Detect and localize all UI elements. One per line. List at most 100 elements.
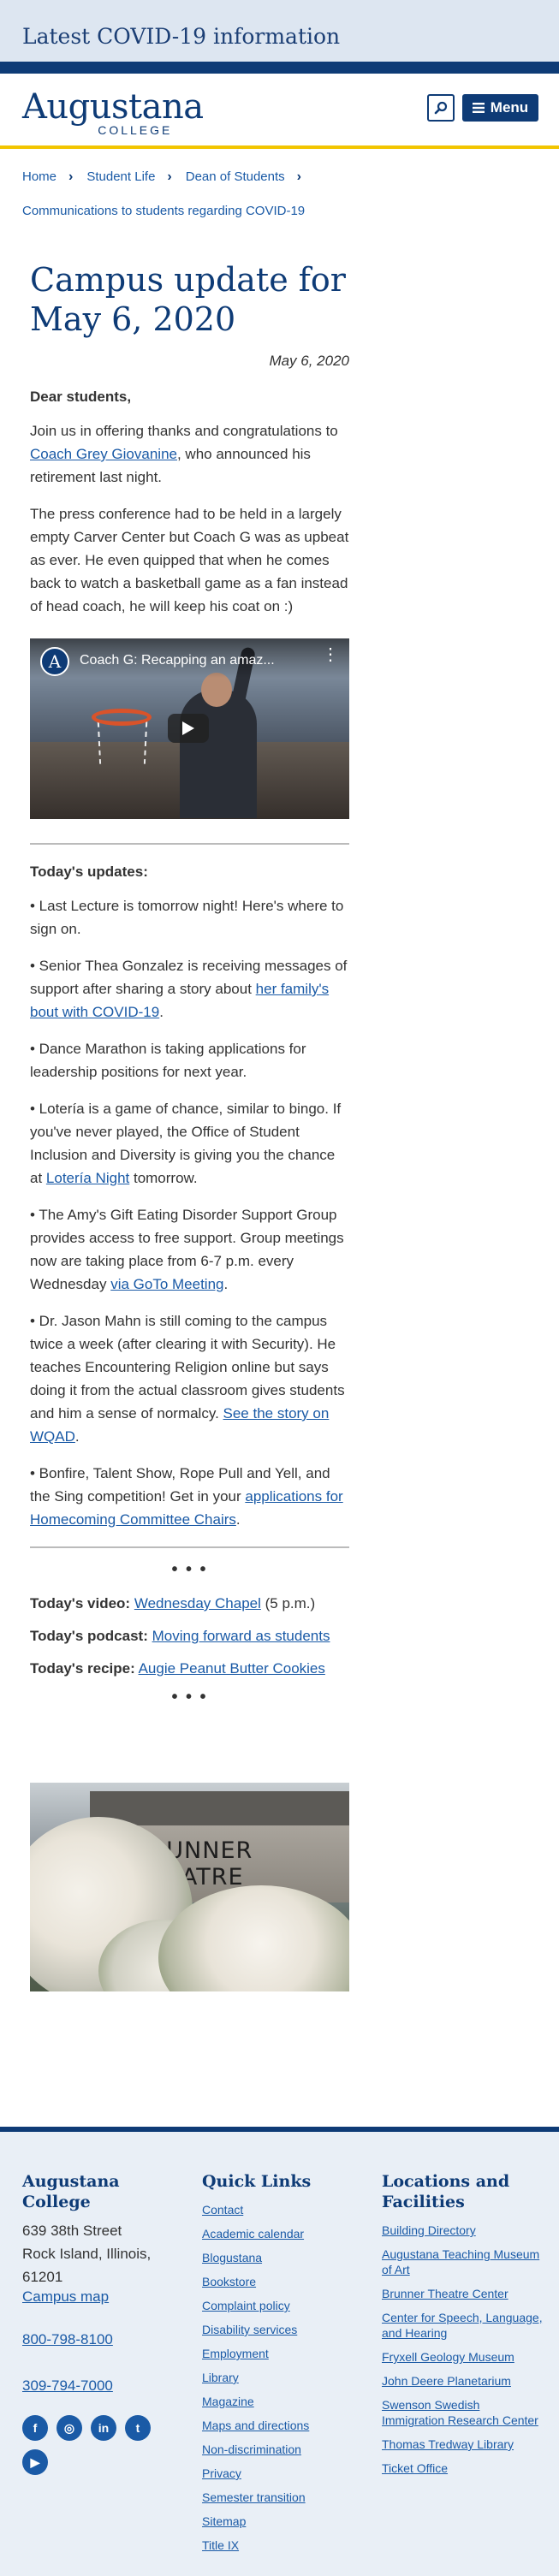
coach-link[interactable]: Coach Grey Giovanine — [30, 446, 177, 462]
breadcrumb-dean-of-students[interactable]: Dean of Students — [186, 168, 285, 187]
phone-link[interactable]: 309-794-7000 — [22, 2377, 185, 2395]
update-jason-mahn: • Dr. Jason Mahn is still coming to the … — [30, 1309, 349, 1448]
article-date: May 6, 2020 — [269, 353, 349, 369]
location-link[interactable]: Fryxell Geology Museum — [382, 2349, 544, 2365]
chevron-right-icon: › — [167, 169, 172, 184]
location-link[interactable]: John Deere Planetarium — [382, 2373, 544, 2389]
quick-link[interactable]: Blogustana — [202, 2250, 365, 2265]
loteria-night-link[interactable]: Lotería Night — [46, 1170, 129, 1186]
location-link[interactable]: Swenson Swedish Immigration Research Cen… — [382, 2397, 544, 2428]
video-net — [97, 721, 148, 764]
updates-heading: Today's updates: — [30, 864, 148, 880]
search-button[interactable] — [427, 94, 455, 122]
todays-recipe-label: Today's recipe: — [30, 1660, 135, 1677]
quick-link[interactable]: Privacy — [202, 2466, 365, 2481]
location-link[interactable]: Brunner Theatre Center — [382, 2286, 544, 2301]
quick-link[interactable]: Complaint policy — [202, 2298, 365, 2313]
more-vertical-icon[interactable]: ⋮ — [322, 646, 339, 663]
video-head — [201, 673, 232, 707]
location-link[interactable]: Building Directory — [382, 2223, 544, 2238]
main-content: Campus update for May 6, 2020 May 6, 202… — [0, 260, 379, 1991]
facebook-icon[interactable]: f — [22, 2415, 48, 2441]
covid-info-link[interactable]: Latest COVID-19 information — [22, 24, 340, 49]
recipe-link[interactable]: Augie Peanut Butter Cookies — [139, 1660, 325, 1677]
youtube-icon[interactable]: ▶ — [22, 2449, 48, 2475]
phone-link[interactable]: 800-798-8100 — [22, 2331, 185, 2348]
twitter-icon[interactable]: t — [125, 2415, 151, 2441]
text: . — [223, 1276, 229, 1292]
paragraph-retirement: Join us in offering thanks and congratul… — [30, 419, 349, 489]
todays-video-label: Today's video: — [30, 1595, 131, 1611]
wednesday-chapel-link[interactable]: Wednesday Chapel — [134, 1595, 261, 1611]
play-button[interactable] — [168, 714, 209, 743]
menu-label: Menu — [490, 99, 529, 116]
update-loteria: • Lotería is a game of chance, similar t… — [30, 1097, 349, 1190]
quick-link[interactable]: Title IX — [202, 2537, 365, 2553]
augustana-logo[interactable]: Augustana COLLEGE — [22, 89, 204, 137]
address-line: 61201 — [22, 2269, 63, 2285]
video-title[interactable]: Coach G: Recapping an amaz... — [80, 653, 275, 668]
page-title: Campus update for May 6, 2020 — [30, 261, 346, 338]
video-rim — [92, 709, 152, 726]
update-amys-gift: • The Amy's Gift Eating Disorder Support… — [30, 1203, 349, 1296]
footer-college-name: Augustana College — [22, 2172, 120, 2211]
hamburger-icon — [472, 103, 485, 113]
update-last-lecture: • Last Lecture is tomorrow night! Here's… — [30, 898, 344, 937]
quick-link[interactable]: Academic calendar — [202, 2226, 365, 2241]
text: Join us in offering thanks and congratul… — [30, 423, 338, 439]
separator-dots: • • • — [171, 1560, 208, 1579]
location-link[interactable]: Ticket Office — [382, 2460, 544, 2476]
breadcrumb-covid-communications[interactable]: Communications to students regarding COV… — [22, 202, 305, 221]
footer-contact: Augustana College 639 38th Street Rock I… — [22, 2171, 185, 2475]
quick-link[interactable]: Magazine — [202, 2394, 365, 2409]
update-thea-gonzalez: • Senior Thea Gonzalez is receiving mess… — [30, 954, 349, 1024]
quick-link[interactable]: Bookstore — [202, 2274, 365, 2289]
quick-links-heading: Quick Links — [202, 2172, 312, 2191]
footer-address: 639 38th Street Rock Island, Illinois, 6… — [22, 2219, 185, 2288]
quick-link[interactable]: Disability services — [202, 2322, 365, 2337]
quick-links-list: Contact Academic calendar Blogustana Bookst… — [202, 2202, 365, 2553]
quick-link[interactable]: Semester transition — [202, 2490, 365, 2505]
quick-link[interactable]: Sitemap — [202, 2514, 365, 2529]
video-person — [180, 690, 257, 818]
divider — [30, 843, 349, 845]
footer-quick-links: Quick Links Contact Academic calendar Blog… — [202, 2171, 365, 2561]
divider — [30, 1546, 349, 1548]
brunner-theatre-photo: BRUNNER THEATRE — [30, 1783, 349, 1991]
top-blue-bar — [0, 62, 559, 74]
channel-avatar[interactable]: A — [40, 647, 69, 676]
campus-map-link[interactable]: Campus map — [22, 2288, 185, 2306]
text: . — [159, 1004, 164, 1020]
todays-recipe: Today's recipe: Augie Peanut Butter Cook… — [30, 1660, 349, 1677]
breadcrumb-home[interactable]: Home — [22, 168, 56, 187]
quick-link[interactable]: Contact — [202, 2202, 365, 2217]
location-link[interactable]: Center for Speech, Language, and Hearing — [382, 2310, 544, 2341]
site-footer: Augustana College 639 38th Street Rock I… — [0, 2127, 559, 2576]
quick-link[interactable]: Library — [202, 2370, 365, 2385]
instagram-icon[interactable]: ◎ — [56, 2415, 82, 2441]
todays-podcast: Today's podcast: Moving forward as stude… — [30, 1628, 349, 1645]
location-link[interactable]: Augustana Teaching Museum of Art — [382, 2247, 544, 2277]
site-header: Augustana COLLEGE Menu — [0, 74, 559, 149]
todays-video: Today's video: Wednesday Chapel (5 p.m.) — [30, 1595, 349, 1612]
text: (5 p.m.) — [260, 1595, 316, 1611]
text: . — [235, 1511, 241, 1528]
covid-banner: Latest COVID-19 information — [0, 0, 559, 62]
quick-link[interactable]: Non-discrimination — [202, 2442, 365, 2457]
search-icon — [434, 101, 448, 115]
linkedin-icon[interactable]: in — [91, 2415, 116, 2441]
podcast-link[interactable]: Moving forward as students — [152, 1628, 330, 1644]
breadcrumb-student-life[interactable]: Student Life — [86, 168, 155, 187]
play-icon — [182, 721, 194, 735]
goto-meeting-link[interactable]: via GoTo Meeting — [110, 1276, 223, 1292]
quick-link[interactable]: Employment — [202, 2346, 365, 2361]
location-link[interactable]: Thomas Tredway Library — [382, 2437, 544, 2452]
footer-locations: Locations and Facilities Building Direct… — [382, 2171, 544, 2484]
video-embed[interactable]: A Coach G: Recapping an amaz... ⋮ — [30, 638, 349, 819]
salutation: Dear students, — [30, 389, 132, 405]
menu-button[interactable]: Menu — [462, 94, 538, 122]
quick-link[interactable]: Maps and directions — [202, 2418, 365, 2433]
locations-list: Building Directory Augustana Teaching Mus… — [382, 2223, 544, 2476]
todays-podcast-label: Today's podcast: — [30, 1628, 148, 1644]
locations-heading: Locations and Facilities — [382, 2172, 510, 2211]
